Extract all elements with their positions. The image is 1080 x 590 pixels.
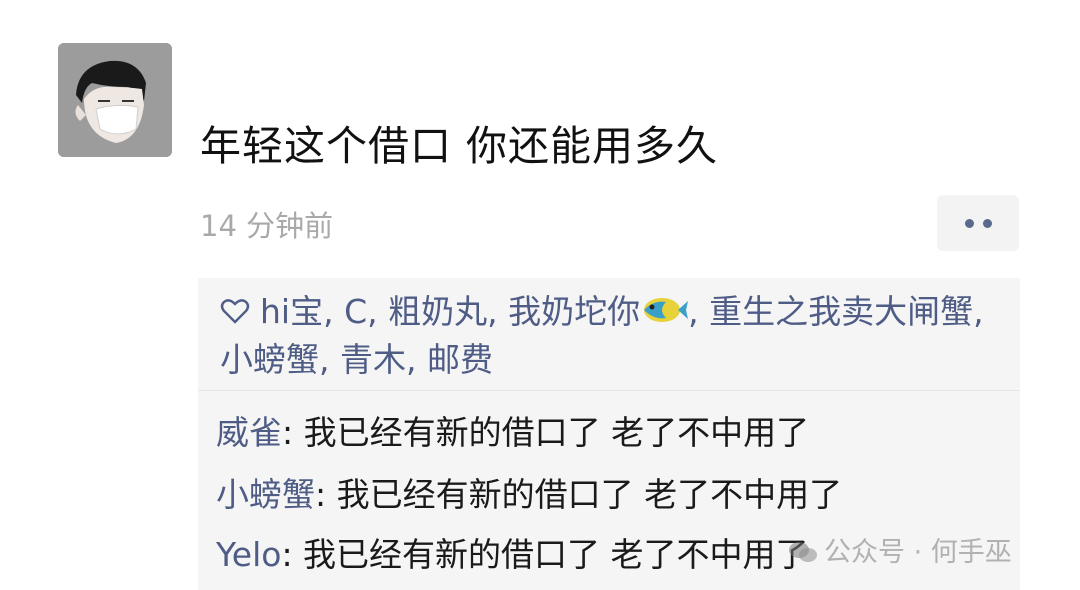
watermark-text: 公众号 · 何手巫 — [824, 537, 1012, 568]
liker-name[interactable]: 粗奶丸 — [388, 292, 487, 331]
wechat-icon — [788, 540, 818, 564]
comment-item[interactable]: 小螃蟹: 我已经有新的借口了 老了不中用了 — [216, 468, 842, 516]
more-button[interactable] — [937, 195, 1019, 251]
liker-name[interactable]: 重生之我卖大闸蟹 — [709, 292, 973, 331]
fish-emoji-icon — [640, 293, 689, 327]
more-dots-icon — [982, 218, 992, 228]
avatar[interactable] — [58, 43, 172, 157]
liker-name[interactable]: hi宝 — [260, 292, 323, 331]
comment-author[interactable]: 小螃蟹 — [216, 475, 315, 514]
likes-list: hi宝, C, 粗奶丸, 我奶坨你, 重生之我卖大闸蟹, 小螃蟹, 青木, 邮费 — [220, 292, 984, 379]
liker-name[interactable]: 小螃蟹 — [220, 340, 319, 379]
comment-author[interactable]: 威雀 — [216, 413, 282, 452]
more-dots-icon — [964, 218, 974, 228]
watermark: 公众号 · 何手巫 — [788, 530, 1012, 569]
liker-name[interactable]: 青木 — [340, 340, 406, 379]
comment-text: 我已经有新的借口了 老了不中用了 — [303, 535, 809, 574]
comment-text: 我已经有新的借口了 老了不中用了 — [336, 475, 843, 514]
liker-name[interactable]: 邮费 — [427, 340, 493, 379]
liker-name[interactable]: C — [344, 292, 367, 331]
heart-icon — [220, 297, 250, 325]
divider — [198, 390, 1020, 391]
comment-item[interactable]: Yelo: 我已经有新的借口了 老了不中用了 — [216, 528, 809, 576]
comment-text: 我已经有新的借口了 老了不中用了 — [303, 413, 810, 452]
masked-man-avatar-icon — [58, 43, 172, 157]
comment-item[interactable]: 威雀: 我已经有新的借口了 老了不中用了 — [216, 406, 809, 454]
post-timestamp: 14 分钟前 — [200, 209, 334, 243]
comment-author[interactable]: Yelo — [216, 535, 281, 574]
post-text: 年轻这个借口 你还能用多久 — [200, 122, 719, 170]
liker-name[interactable]: 我奶坨你 — [508, 292, 640, 331]
